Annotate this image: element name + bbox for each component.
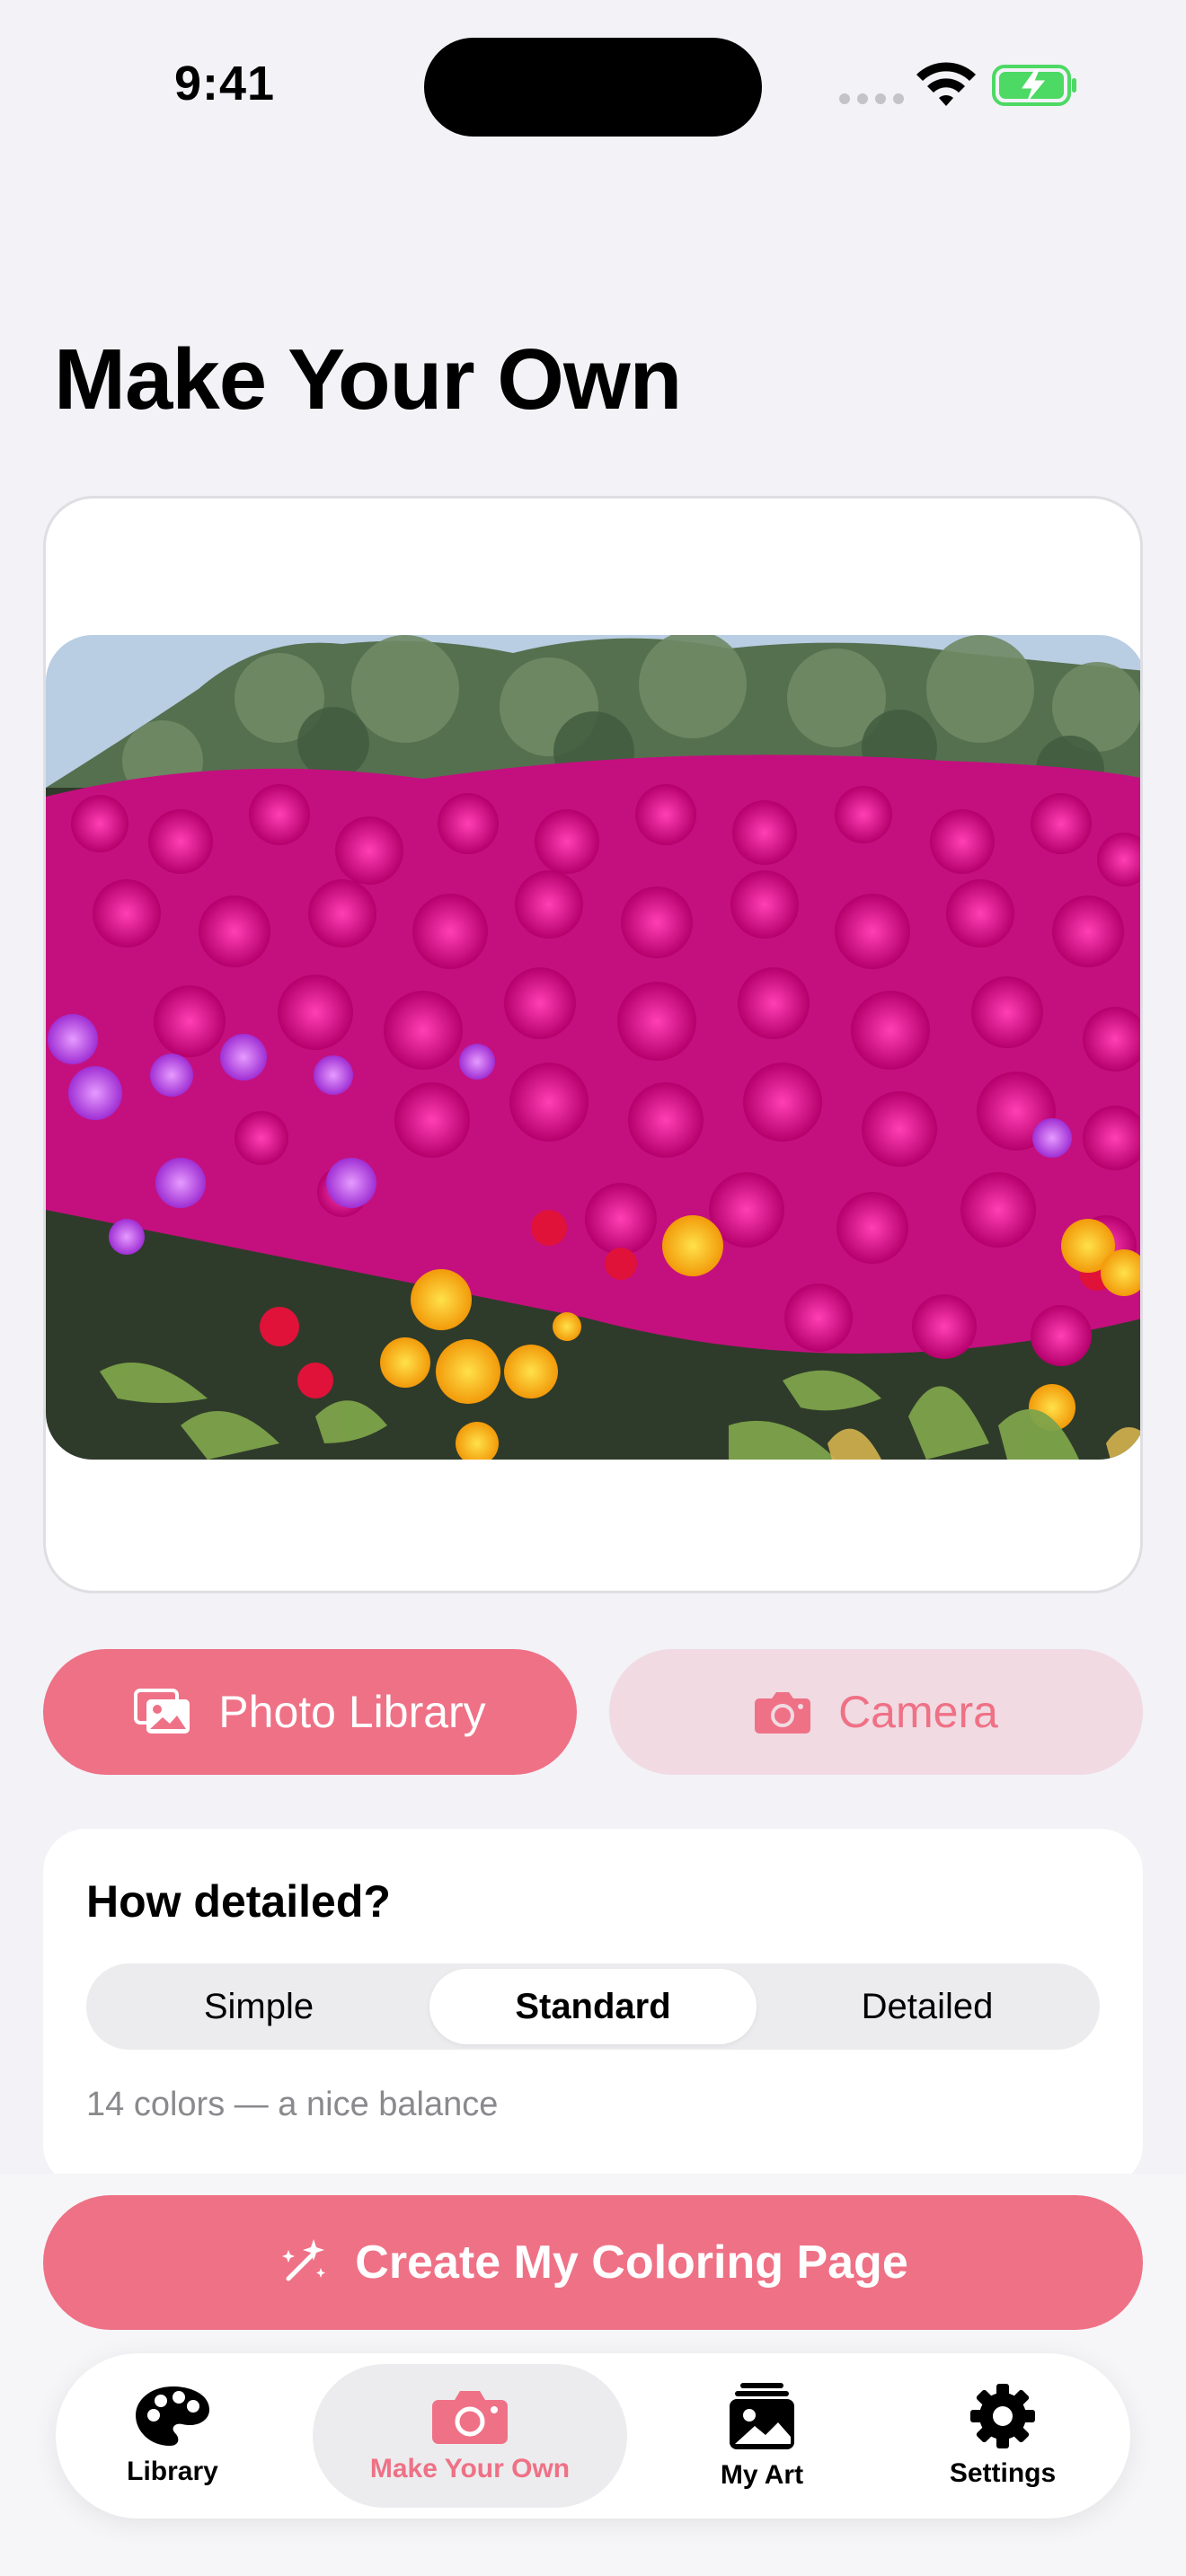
camera-icon	[755, 1692, 811, 1734]
cellular-signal-icon	[839, 93, 904, 104]
photo-library-button[interactable]: Photo Library	[43, 1649, 577, 1775]
detail-level-caption: 14 colors — a nice balance	[86, 2086, 499, 2123]
flower-photo-image	[46, 635, 1140, 1460]
battery-charging-icon	[992, 65, 1076, 106]
page-title: Make Your Own	[54, 331, 682, 428]
camera-label: Camera	[838, 1687, 998, 1737]
tab-my-art-label: My Art	[720, 2460, 804, 2490]
status-time: 9:41	[173, 57, 276, 110]
tab-library[interactable]: Library	[65, 2364, 280, 2508]
selected-photo	[46, 635, 1140, 1460]
segment-standard[interactable]: Standard	[429, 1969, 757, 2044]
tab-bar: Library Make Your Own My Art Settings	[56, 2353, 1130, 2519]
photo-library-label: Photo Library	[218, 1687, 486, 1737]
wifi-icon	[916, 62, 976, 106]
create-coloring-page-button[interactable]: Create My Coloring Page	[43, 2195, 1143, 2330]
dynamic-island	[424, 38, 762, 137]
tab-my-art[interactable]: My Art	[654, 2364, 870, 2508]
palette-icon	[136, 2386, 209, 2446]
photo-preview-card[interactable]	[43, 496, 1143, 1593]
photo-stack-icon	[730, 2383, 794, 2449]
tab-library-label: Library	[127, 2457, 218, 2486]
gear-icon	[970, 2384, 1035, 2448]
magic-wand-icon	[282, 2239, 326, 2281]
photo-library-icon	[134, 1689, 190, 1734]
tab-make-your-own-label: Make Your Own	[369, 2454, 571, 2483]
tab-make-your-own[interactable]: Make Your Own	[313, 2364, 627, 2508]
detail-level-segmented-control[interactable]: Simple Standard Detailed	[86, 1963, 1100, 2050]
screen: 9:41 Make Your Own Photo Library Camera …	[0, 0, 1186, 2576]
tab-settings-label: Settings	[949, 2458, 1057, 2488]
segment-simple[interactable]: Simple	[95, 1969, 422, 2044]
tab-settings[interactable]: Settings	[895, 2364, 1111, 2508]
segment-detailed[interactable]: Detailed	[764, 1969, 1091, 2044]
detail-level-card: How detailed? Simple Standard Detailed 1…	[43, 1829, 1143, 2188]
camera-button[interactable]: Camera	[609, 1649, 1143, 1775]
detail-level-title: How detailed?	[86, 1876, 391, 1927]
camera-icon	[432, 2391, 508, 2444]
create-button-label: Create My Coloring Page	[355, 2236, 908, 2289]
